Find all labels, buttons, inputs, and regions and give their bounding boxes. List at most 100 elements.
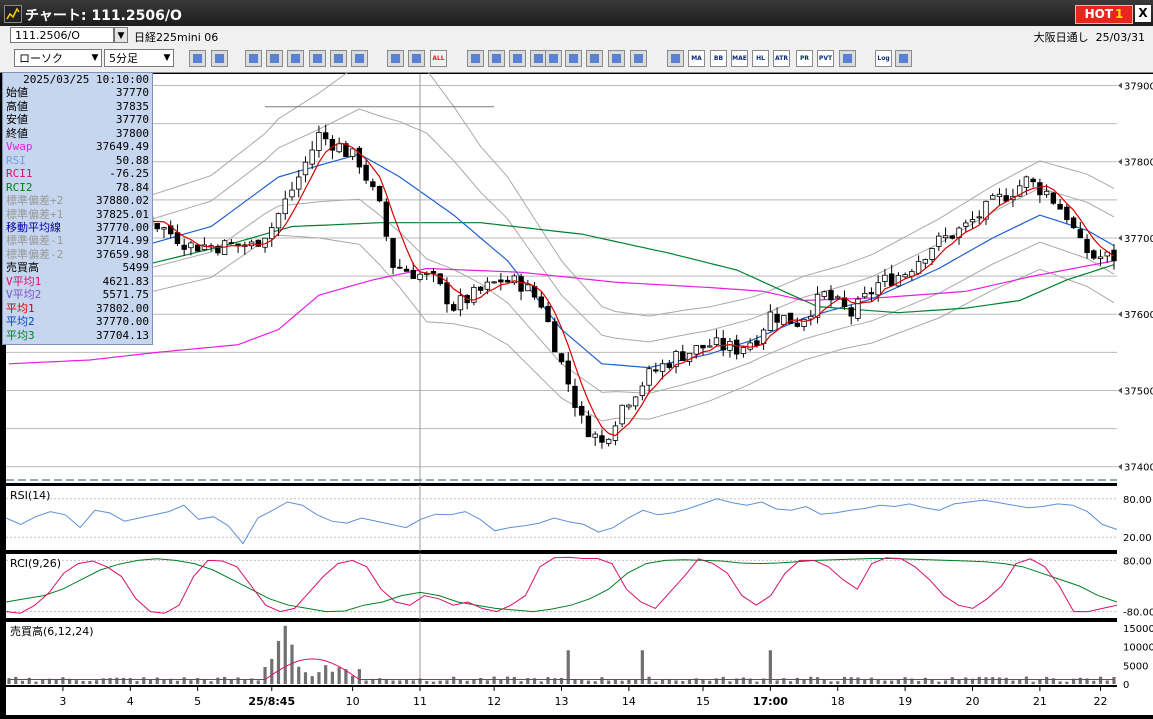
close-button[interactable]: X	[1135, 5, 1151, 22]
candle-down	[538, 296, 544, 308]
volume-bar	[896, 679, 900, 684]
candle-down	[228, 242, 235, 245]
candle-up	[801, 318, 807, 327]
volume-bar	[196, 678, 200, 684]
candle-up	[781, 315, 787, 325]
cross-icon[interactable]	[608, 50, 625, 67]
volume-bar	[115, 677, 119, 684]
volume-bar	[890, 680, 894, 684]
time-tick-label: 4	[127, 695, 134, 708]
volume-bar	[512, 676, 516, 684]
pr-icon[interactable]: PR	[796, 50, 813, 67]
blank-icon[interactable]	[630, 50, 647, 67]
candle-up	[996, 193, 1003, 198]
table-icon[interactable]	[667, 50, 684, 67]
rsi-panel-bg	[6, 486, 1117, 550]
candle-up	[639, 385, 646, 396]
pencil-icon[interactable]	[245, 50, 262, 67]
candle-up	[835, 296, 841, 299]
volume-bar	[660, 679, 665, 684]
info-row-label: 移動平均線	[6, 220, 61, 234]
palette-icon[interactable]	[509, 50, 526, 67]
candle-up	[929, 248, 935, 260]
market-session-info: 大阪日通し 25/03/31	[1034, 29, 1145, 45]
gear-icon[interactable]	[467, 50, 484, 67]
atr-icon[interactable]: ATR	[773, 50, 790, 67]
time-tick-label: 14	[622, 695, 636, 708]
mae-icon[interactable]: MAE	[731, 50, 748, 67]
chart-type-chevron-icon[interactable]: ▼	[88, 50, 102, 66]
volume-bar	[270, 658, 274, 684]
volume-bar	[34, 681, 38, 684]
log-icon[interactable]: Log	[875, 50, 892, 67]
trash-icon[interactable]	[351, 50, 368, 67]
info-row-value: 37649.49	[96, 140, 149, 154]
info-row-value: 5499	[122, 261, 150, 275]
candle-down	[154, 223, 160, 230]
candle-down	[437, 273, 443, 285]
volume-bar	[573, 679, 577, 684]
volume-tick-label: 5000	[1123, 661, 1148, 672]
info-row: RSI 50.88	[3, 154, 152, 167]
cursor-icon[interactable]	[287, 50, 304, 67]
info-row-value: -76.25	[109, 167, 149, 181]
info-row: 移動平均線 37770.00	[3, 221, 152, 234]
import-icon[interactable]	[545, 50, 562, 67]
candle-up	[457, 295, 464, 311]
bb-icon[interactable]: BB	[710, 50, 727, 67]
undo-icon[interactable]	[309, 50, 326, 67]
volume-bar	[256, 680, 260, 684]
info-row: 平均3 37704.13	[3, 329, 152, 342]
candle-down	[868, 292, 875, 295]
candle-down	[1057, 203, 1063, 210]
candle-up	[626, 404, 632, 408]
time-tick-label: 18	[831, 695, 845, 708]
volume-bar	[108, 678, 112, 684]
window-icon[interactable]	[211, 50, 228, 67]
pvt-icon[interactable]: PVT	[817, 50, 834, 67]
eraser-icon[interactable]	[266, 50, 283, 67]
volume-bar	[923, 677, 927, 684]
candle-down	[585, 415, 592, 438]
volume-bar	[977, 676, 981, 684]
volume-bar	[458, 679, 463, 684]
search-chart-icon[interactable]	[565, 50, 582, 67]
indicator-remove-icon[interactable]	[408, 50, 425, 67]
volume-bar	[317, 672, 321, 684]
indicator-icon[interactable]	[387, 50, 404, 67]
candle-up	[882, 274, 888, 282]
all-icon[interactable]: ALL	[430, 50, 447, 67]
note-icon[interactable]	[330, 50, 347, 67]
candle-up	[646, 368, 652, 386]
time-tick-label: 12	[487, 695, 501, 708]
hot-button[interactable]: HOT 1	[1075, 5, 1133, 24]
volume-tick-label: 0	[1123, 680, 1129, 691]
volume-bar	[984, 677, 988, 684]
chart-area[interactable]: 37900 37800 37700 37600 37500 37400 RSI(14) 80.…	[0, 63, 1153, 719]
candle-up	[902, 274, 908, 278]
volume-bar	[27, 677, 31, 684]
candle-up	[417, 273, 423, 280]
symbol-dropdown-chevron-icon[interactable]: ▼	[114, 27, 128, 43]
candle-down	[1037, 182, 1043, 196]
info-row-label: 標準偏差-2	[6, 247, 64, 261]
chart-svg[interactable]: 37900 37800 37700 37600 37500 37400 RSI(14) 80.…	[0, 63, 1153, 715]
candle-up	[302, 161, 309, 176]
symbol-bar: 111.2506/O ▼ 日経225mini 06 大阪日通し 25/03/31	[0, 26, 1153, 47]
volume-bar	[559, 677, 564, 684]
candle-down	[1030, 178, 1036, 183]
timeframe-chevron-icon[interactable]: ▼	[160, 50, 174, 66]
candle-down	[828, 290, 834, 301]
symbol-input[interactable]: 111.2506/O	[10, 27, 114, 43]
magnifier-icon[interactable]	[189, 50, 206, 67]
candle-up	[740, 346, 747, 354]
bars-icon[interactable]	[586, 50, 603, 67]
info-row-value: 37880.02	[96, 194, 149, 208]
volume-tick-label: 10000	[1123, 643, 1153, 654]
frame-icon[interactable]	[839, 50, 856, 67]
hl-icon[interactable]: HL	[752, 50, 769, 67]
tools-icon[interactable]	[488, 50, 505, 67]
ma-icon[interactable]: MA	[688, 50, 705, 67]
volume-bar	[479, 677, 483, 684]
swap-icon[interactable]	[895, 50, 912, 67]
